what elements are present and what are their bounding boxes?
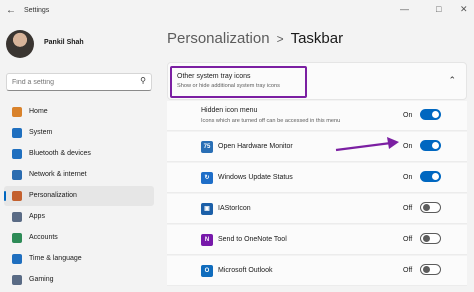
search-box[interactable]: ⚲	[6, 73, 152, 91]
section-subtitle: Show or hide additional system tray icon…	[177, 83, 280, 89]
user-name: Pankil Shah	[44, 39, 84, 46]
sidebar-item-label: Home	[29, 108, 48, 115]
toggle-state: Off	[403, 205, 413, 212]
active-indicator	[4, 191, 6, 201]
tray-item-row: ▣ IAStorIcon Off	[167, 194, 467, 224]
tray-item-label: Windows Update Status	[218, 174, 293, 181]
maximize-icon[interactable]: □	[436, 4, 441, 14]
tray-item-toggle[interactable]	[420, 171, 441, 182]
toggle-knob	[423, 204, 430, 211]
onenote-icon: N	[201, 234, 213, 246]
sidebar-item-gaming[interactable]: Gaming	[4, 270, 154, 290]
toggle-state: Off	[403, 236, 413, 243]
hidden-icon-menu-row: Hidden icon menu Icons which are turned …	[167, 101, 467, 131]
iastor-icon: ▣	[201, 203, 213, 215]
tray-item-toggle[interactable]	[420, 202, 441, 213]
sidebar-item-home[interactable]: Home	[4, 102, 154, 122]
highlight-box	[170, 66, 307, 98]
other-tray-icons-header[interactable]: Other system tray icons Show or hide add…	[167, 62, 467, 100]
sidebar-item-label: System	[29, 129, 53, 136]
page-title: Taskbar	[290, 30, 344, 47]
toggle-knob	[432, 111, 439, 118]
tray-item-row: ↻ Windows Update Status On	[167, 163, 467, 193]
tray-item-label: Microsoft Outlook	[218, 267, 273, 274]
close-icon[interactable]: ✕	[460, 4, 468, 15]
windows-update-icon: ↻	[201, 172, 213, 184]
toggle-state: On	[403, 112, 413, 119]
sidebar-item-time-language[interactable]: Time & language	[4, 249, 154, 269]
tray-item-toggle[interactable]	[420, 233, 441, 244]
search-input[interactable]	[12, 77, 132, 88]
sidebar-item-label: Gaming	[29, 276, 54, 283]
person-icon	[12, 233, 22, 243]
minimize-icon[interactable]: —	[400, 4, 409, 14]
breadcrumb-parent[interactable]: Personalization	[167, 30, 270, 47]
toggle-knob	[432, 173, 439, 180]
sidebar-item-label: Accounts	[29, 234, 58, 241]
chevron-up-icon[interactable]: ⌃	[448, 75, 456, 86]
tray-item-label: Send to OneNote Tool	[218, 236, 287, 243]
search-icon: ⚲	[140, 76, 146, 85]
hidden-menu-subtitle: Icons which are turned off can be access…	[201, 118, 341, 124]
sidebar-item-label: Bluetooth & devices	[29, 150, 91, 157]
tray-settings-panel: Other system tray icons Show or hide add…	[167, 62, 467, 292]
toggle-knob	[432, 142, 439, 149]
sidebar-item-system[interactable]: System	[4, 123, 154, 143]
breadcrumb: Personalization > Taskbar	[167, 30, 343, 47]
section-title: Other system tray icons	[177, 73, 251, 80]
sidebar-item-label: Personalization	[29, 192, 77, 199]
toggle-state: On	[403, 143, 413, 150]
home-icon	[12, 107, 22, 117]
tray-item-row: N Send to OneNote Tool Off	[167, 225, 467, 255]
brush-icon	[12, 191, 22, 201]
toggle-state: On	[403, 174, 413, 181]
title-bar: ← Settings — □ ✕	[0, 0, 474, 24]
apps-icon	[12, 212, 22, 222]
toggle-knob	[423, 266, 430, 273]
bluetooth-icon	[12, 149, 22, 159]
sidebar-item-label: Apps	[29, 213, 45, 220]
sidebar-item-accounts[interactable]: Accounts	[4, 228, 154, 248]
breadcrumb-separator: >	[276, 32, 284, 46]
sidebar-item-apps[interactable]: Apps	[4, 207, 154, 227]
wifi-icon	[12, 170, 22, 180]
tray-item-toggle[interactable]	[420, 140, 441, 151]
hidden-menu-toggle[interactable]	[420, 109, 441, 120]
sidebar-item-label: Network & internet	[29, 171, 87, 178]
tray-item-row: 75 Open Hardware Monitor On	[167, 132, 467, 162]
hardware-monitor-icon: 75	[201, 141, 213, 153]
tray-item-label: Open Hardware Monitor	[218, 143, 293, 150]
globe-clock-icon	[12, 254, 22, 264]
monitor-icon	[12, 128, 22, 138]
gamepad-icon	[12, 275, 22, 285]
outlook-icon: O	[201, 265, 213, 277]
arrow-left-icon[interactable]: ←	[6, 5, 16, 16]
hidden-menu-title: Hidden icon menu	[201, 107, 258, 114]
tray-item-toggle[interactable]	[420, 264, 441, 275]
sidebar-item-bluetooth[interactable]: Bluetooth & devices	[4, 144, 154, 164]
sidebar-item-network[interactable]: Network & internet	[4, 165, 154, 185]
toggle-knob	[423, 235, 430, 242]
avatar	[6, 30, 34, 58]
tray-item-label: IAStorIcon	[218, 205, 251, 212]
sidebar-item-label: Time & language	[29, 255, 82, 262]
sidebar-item-personalization[interactable]: Personalization	[4, 186, 154, 206]
toggle-state: Off	[403, 267, 413, 274]
window-title: Settings	[24, 7, 50, 14]
tray-item-row: O Microsoft Outlook Off	[167, 256, 467, 286]
